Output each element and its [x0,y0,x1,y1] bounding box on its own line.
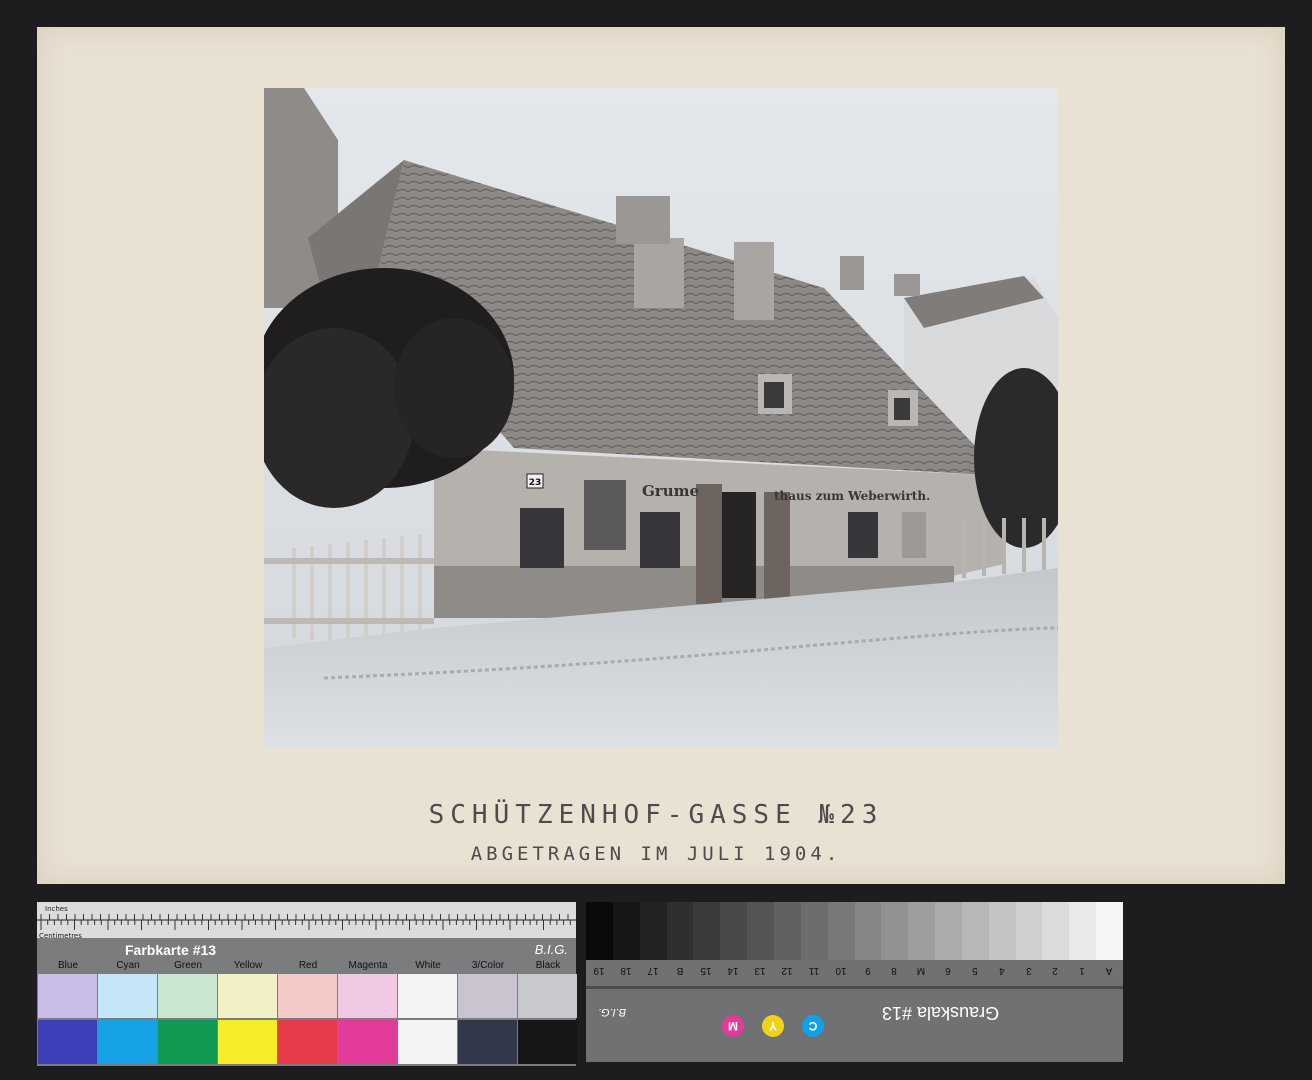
grey-step [800,902,829,960]
grey-step-label: 1 [1079,965,1086,976]
swatch-labels: Blue Cyan Green Yellow Red Magenta White 3/Colo… [37,960,576,974]
grey-step-label: 17 [647,965,659,976]
grey-step-label: B [676,965,683,976]
color-card-title: Farbkarte #13 [125,942,217,958]
grey-step [988,902,1017,960]
swatch-light [338,974,397,1018]
grey-step-label: 14 [727,965,739,976]
grey-step [1015,902,1043,960]
ruler-cm-label: Centimetres [39,932,82,940]
swatch-light [38,974,97,1018]
shop-sign-right: thaus zum Weberwirth. [774,489,930,503]
grey-step [773,902,802,960]
grey-step-label: 4 [998,965,1005,976]
yellow-dot: Y [762,1015,784,1037]
grey-step [666,902,694,960]
grey-step [854,902,882,960]
swatch-label: Yellow [233,960,263,971]
swatch-light [278,974,337,1018]
swatch-light [518,974,577,1018]
swatch-dark [38,1020,97,1064]
swatch-dark [518,1020,577,1064]
mount-caption-title: SCHÜTZENHOF-GASSE №23 [428,800,884,830]
grey-step-label: 11 [808,965,819,976]
grey-step [935,902,963,960]
grey-step [639,902,668,960]
swatch-dark [338,1020,397,1064]
grey-step [720,902,748,960]
swatch-light [398,974,457,1018]
swatch-light [98,974,157,1018]
grey-step-label: 3 [1025,965,1032,976]
grey-step-label: 8 [891,965,898,976]
ruler-inches-label: Inches [45,905,68,913]
grey-step-label: 5 [972,965,978,976]
historic-photograph: 23 Grume thaus zum Weberwirth. [264,88,1058,748]
grey-scale-brand: B.I.G. [598,1006,627,1018]
grey-step-label: 18 [620,965,632,976]
swatch-dark [458,1020,517,1064]
swatch-dark [278,1020,337,1064]
color-card-brand: B.I.G. [534,942,568,957]
grey-step [747,902,775,960]
swatch-light [458,974,517,1018]
grey-step [1096,902,1124,960]
grey-step [612,902,641,960]
swatch-label: 3/Color [471,960,505,971]
grey-step [586,902,614,960]
swatch-label: Blue [57,960,78,971]
swatch-dark [398,1020,457,1064]
grey-step [693,902,721,960]
grey-step [827,902,855,960]
swatch-light [218,974,277,1018]
grey-step [961,902,990,960]
swatch-label: Green [174,960,202,971]
house-number: 23 [529,478,542,488]
cyan-dot: C [802,1015,824,1037]
swatch-label: Black [535,960,561,971]
grey-step-label: 6 [945,965,951,976]
shop-sign-left: Grume [642,482,699,500]
grey-step [1069,902,1097,960]
grey-step [881,902,909,960]
grey-step-label: 9 [864,965,871,976]
measurement-ruler: Inches Centimetres [37,902,576,940]
grey-step-label: 13 [754,965,766,976]
swatch-dark [218,1020,277,1064]
grey-step-label: 2 [1052,965,1059,976]
swatch-label: White [415,960,441,971]
color-reference-card: Inches Centimetres Farbkarte #13 B.I.G. … [37,902,577,1066]
swatch-dark [158,1020,217,1064]
swatch-light [158,974,217,1018]
grey-step-label: 10 [835,965,847,976]
magenta-dot: M [722,1015,744,1037]
grey-step [1042,902,1070,960]
grey-step-label: M [917,965,926,976]
grey-scale-title: Grauskala #13 [882,1003,1000,1023]
mount-caption-subtitle: ABGETRAGEN IM JULI 1904. [470,843,842,865]
grey-step-label: 12 [781,965,793,976]
grey-step-label: A [1105,965,1113,976]
swatch-dark [98,1020,157,1064]
grey-step-label: 19 [593,965,605,976]
swatch-label: Red [298,960,318,971]
grey-step-label: 15 [700,965,712,976]
swatch-label: Magenta [348,960,388,971]
grey-step [908,902,936,960]
swatch-label: Cyan [116,960,140,971]
grey-divider [586,986,1123,989]
grey-scale-card: 19 18 17 B 15 14 13 12 11 10 9 8 M 6 5 4 3 2 1 A Grauskala … [586,902,1124,1062]
